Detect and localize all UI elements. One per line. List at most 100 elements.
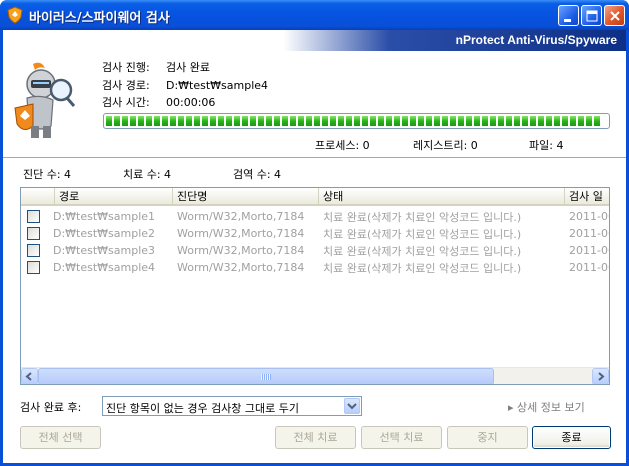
- row-diagnosis: Worm/W32,Morto,7184: [177, 227, 305, 240]
- progress-segment: [554, 116, 560, 126]
- progress-segment: [474, 116, 480, 126]
- progress-segment: [338, 116, 344, 126]
- chevron-left-icon: [25, 372, 32, 381]
- row-checkbox[interactable]: [27, 244, 40, 257]
- progress-segment: [522, 116, 528, 126]
- scroll-left-button[interactable]: [21, 368, 38, 384]
- row-checkbox[interactable]: [27, 261, 40, 274]
- results-table[interactable]: 경로 진단명 상태 검사 일 D:₩test₩sample1 Worm/W32,…: [20, 187, 610, 385]
- column-date[interactable]: 검사 일: [565, 188, 609, 206]
- minimize-icon: [564, 19, 571, 22]
- row-diagnosis: Worm/W32,Morto,7184: [177, 210, 305, 223]
- scan-progress-label: 검사 진행:: [102, 61, 150, 74]
- column-path[interactable]: 경로: [55, 188, 173, 206]
- column-checkbox[interactable]: [21, 188, 55, 206]
- table-row[interactable]: D:₩test₩sample3 Worm/W32,Morto,7184 치료 완…: [21, 242, 609, 259]
- scan-time-line: 검사 시간: 00:00:06: [102, 94, 215, 110]
- row-path: D:₩test₩sample4: [53, 261, 156, 274]
- row-status: 치료 완료(삭제가 치료인 악성코드 입니다.): [323, 227, 522, 241]
- treat-selected-button[interactable]: 선택 치료: [361, 426, 442, 449]
- progress-segment: [210, 116, 216, 126]
- row-date: 2011-06: [569, 227, 609, 240]
- close-button[interactable]: 종료: [532, 426, 611, 449]
- progress-segment: [322, 116, 328, 126]
- row-path: D:₩test₩sample1: [53, 210, 156, 223]
- table-row[interactable]: D:₩test₩sample4 Worm/W32,Morto,7184 치료 완…: [21, 259, 609, 276]
- row-date: 2011-06: [569, 210, 609, 223]
- after-scan-label: 검사 완료 후:: [20, 401, 82, 414]
- progress-segment: [530, 116, 536, 126]
- progress-segment: [490, 116, 496, 126]
- progress-segment: [570, 116, 576, 126]
- scroll-right-button[interactable]: [592, 368, 609, 384]
- progress-segment: [386, 116, 392, 126]
- progress-segment: [330, 116, 336, 126]
- quarantined-count: 검역 수: 4: [233, 168, 282, 181]
- progress-segment: [194, 116, 200, 126]
- client-area: nProtect Anti-Virus/Spyware 검사 진행: 검사 완료 …: [3, 30, 626, 463]
- banner-text: nProtect Anti-Virus/Spyware: [455, 33, 617, 47]
- row-checkbox[interactable]: [27, 227, 40, 240]
- scan-time-value: 00:00:06: [166, 96, 216, 109]
- progress-segment: [498, 116, 504, 126]
- column-status[interactable]: 상태: [319, 188, 565, 206]
- row-date: 2011-06: [569, 261, 609, 274]
- progress-segment: [306, 116, 312, 126]
- progress-segment: [130, 116, 136, 126]
- knight-mascot-icon: [14, 62, 76, 138]
- progress-segment: [378, 116, 384, 126]
- column-diagnosis[interactable]: 진단명: [173, 188, 319, 206]
- scan-progress-value: 검사 완료: [166, 61, 210, 74]
- scroll-thumb[interactable]: [38, 368, 494, 384]
- progress-segment: [146, 116, 152, 126]
- progress-segment: [434, 116, 440, 126]
- close-window-button[interactable]: [604, 5, 625, 26]
- row-checkbox[interactable]: [27, 210, 40, 223]
- process-count: 프로세스: 0: [315, 139, 370, 152]
- progress-segment: [426, 116, 432, 126]
- details-link[interactable]: ▸ 상세 정보 보기: [508, 399, 585, 415]
- product-banner: nProtect Anti-Virus/Spyware: [3, 30, 626, 51]
- row-diagnosis: Worm/W32,Morto,7184: [177, 244, 305, 257]
- chevron-right-icon: [598, 372, 605, 381]
- row-path: D:₩test₩sample3: [53, 244, 156, 257]
- progress-segment: [538, 116, 544, 126]
- progress-segment: [410, 116, 416, 126]
- progress-segment: [298, 116, 304, 126]
- progress-segment: [362, 116, 368, 126]
- progress-segment: [114, 116, 120, 126]
- minimize-button[interactable]: [558, 5, 579, 26]
- maximize-button[interactable]: [581, 5, 602, 26]
- progress-fill: [106, 116, 607, 126]
- horizontal-scrollbar[interactable]: [21, 367, 609, 384]
- stop-button[interactable]: 중지: [447, 426, 528, 449]
- progress-segment: [458, 116, 464, 126]
- progress-segment: [562, 116, 568, 126]
- table-row[interactable]: D:₩test₩sample1 Worm/W32,Morto,7184 치료 완…: [21, 208, 609, 225]
- progress-segment: [274, 116, 280, 126]
- progress-segment: [218, 116, 224, 126]
- table-row[interactable]: D:₩test₩sample2 Worm/W32,Morto,7184 치료 완…: [21, 225, 609, 242]
- title-bar[interactable]: 바이러스/스파이웨어 검사: [0, 0, 629, 30]
- scan-progress-line: 검사 진행: 검사 완료: [102, 59, 210, 75]
- file-count: 파일: 4: [529, 139, 564, 152]
- divider: [3, 157, 626, 158]
- progress-segment: [138, 116, 144, 126]
- progress-segment: [546, 116, 552, 126]
- progress-segment: [186, 116, 192, 126]
- progress-segment: [226, 116, 232, 126]
- progress-segment: [594, 116, 600, 126]
- treat-all-button[interactable]: 전체 치료: [275, 426, 356, 449]
- progress-segment: [314, 116, 320, 126]
- table-header: 경로 진단명 상태 검사 일: [21, 188, 609, 206]
- registry-count: 레지스트리: 0: [413, 139, 478, 152]
- after-scan-select[interactable]: 진단 항목이 없는 경우 검사창 그대로 두기: [102, 396, 362, 416]
- progress-segment: [282, 116, 288, 126]
- treated-count: 치료 수: 4: [123, 168, 172, 181]
- progress-segment: [482, 116, 488, 126]
- dropdown-button[interactable]: [344, 398, 360, 414]
- row-status: 치료 완료(삭제가 치료인 악성코드 입니다.): [323, 261, 522, 275]
- select-all-button[interactable]: 전체 선택: [20, 426, 101, 449]
- progress-segment: [346, 116, 352, 126]
- progress-segment: [402, 116, 408, 126]
